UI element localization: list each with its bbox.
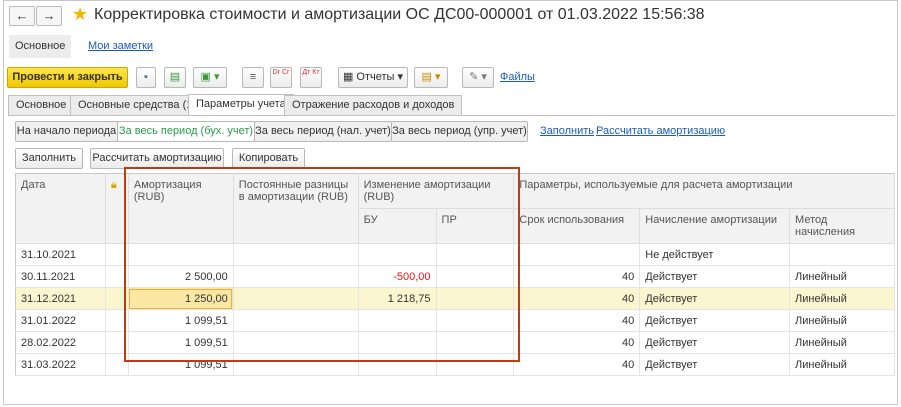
cell-method[interactable]: Линейный [789,353,895,376]
cell-method[interactable]: Линейный [789,265,895,288]
favorite-star-icon[interactable]: ★ [72,4,88,25]
page-tab-notes[interactable]: Мои заметки [82,35,159,58]
cell-accrual[interactable]: Действует [639,353,791,376]
dt-kt-icon: Дт Кт [302,69,320,76]
col-accrual[interactable]: Начисление амортизации [639,208,791,244]
cell-accrual[interactable]: Действует [639,265,791,288]
forward-button[interactable]: → [36,6,62,26]
cell-term[interactable] [513,243,641,266]
period-nu-button[interactable]: За весь период (нал. учет) [254,121,392,142]
col-method[interactable]: Метод начисления [789,208,895,244]
post-button[interactable]: ▤ [164,67,186,88]
report-icon: ▦ [342,71,357,83]
cell-date[interactable]: 31.12.2021 [15,287,106,310]
create-based-button[interactable]: ▣ ▾ [193,67,227,88]
cell-accrual[interactable]: Действует [639,287,791,310]
cell-term[interactable]: 40 [513,331,641,354]
tab-main[interactable]: Основное [8,95,75,115]
cell-method[interactable]: Линейный [789,287,895,310]
window-title: Корректировка стоимости и амортизации ОС… [94,6,705,23]
save-button[interactable]: ▪ [136,67,156,88]
calc-amortization-button[interactable]: Рассчитать амортизацию [90,148,224,169]
col-params: Параметры, используемые для расчета амор… [513,173,895,209]
calc-amortization-link[interactable]: Рассчитать амортизацию [596,125,725,137]
dr-cr-button[interactable]: Dr Cr [270,67,292,88]
cell-date[interactable]: 28.02.2022 [15,331,106,354]
period-start-button[interactable]: На начало периода [15,121,118,142]
dt-kt-button[interactable]: Дт Кт [300,67,322,88]
list-icon: ≡ [249,71,257,83]
cell-date[interactable]: 30.11.2021 [15,265,106,288]
post-icon: ▤ [169,71,181,83]
lock-icon: 🔒︎ [110,179,117,191]
reports-label: Отчеты [356,71,395,83]
cell-accrual[interactable]: Действует [639,331,791,354]
fill-button[interactable]: Заполнить [15,148,83,169]
cell-term[interactable]: 40 [513,353,641,376]
cell-term[interactable]: 40 [513,287,641,310]
reports-button[interactable]: ▦ Отчеты ▾ [338,67,408,88]
tab-divider [8,115,895,116]
cell-term[interactable]: 40 [513,265,641,288]
print-icon: ▤ ▾ [421,71,441,83]
dr-cr-icon: Dr Cr [272,69,290,76]
highlight-frame [124,167,520,362]
post-and-close-button[interactable]: Провести и закрыть [7,67,128,88]
copy-button[interactable]: Копировать [232,148,305,169]
cell-date[interactable]: 31.10.2021 [15,243,106,266]
period-bu-button[interactable]: За весь период (бух. учет) [117,121,255,142]
create-based-icon: ▣ ▾ [200,71,220,83]
col-term[interactable]: Срок использования [513,208,641,244]
cell-date[interactable]: 31.03.2022 [15,353,106,376]
cell-term[interactable]: 40 [513,309,641,332]
cell-method[interactable]: Линейный [789,331,895,354]
cell-accrual[interactable]: Действует [639,309,791,332]
col-date[interactable]: Дата [15,173,106,244]
attach-button[interactable]: ✎ ▾ [462,67,494,88]
save-icon: ▪ [144,71,148,83]
tab-fixed-assets[interactable]: Основные средства (1) [70,95,205,115]
page-tab-main[interactable]: Основное [9,35,72,58]
files-link[interactable]: Файлы [500,71,535,83]
cell-method[interactable] [789,243,895,266]
cell-accrual[interactable]: Не действует [639,243,791,266]
list-button[interactable]: ≡ [242,67,264,88]
paperclip-icon: ✎ ▾ [469,71,487,83]
tab-accounting-params[interactable]: Параметры учета [188,94,294,116]
back-button[interactable]: ← [9,6,35,26]
cell-date[interactable]: 31.01.2022 [15,309,106,332]
cell-method[interactable]: Линейный [789,309,895,332]
tab-expenses-income[interactable]: Отражение расходов и доходов [284,95,463,115]
print-button[interactable]: ▤ ▾ [414,67,448,88]
period-uu-button[interactable]: За весь период (упр. учет) [391,121,528,142]
fill-link[interactable]: Заполнить [540,125,594,137]
